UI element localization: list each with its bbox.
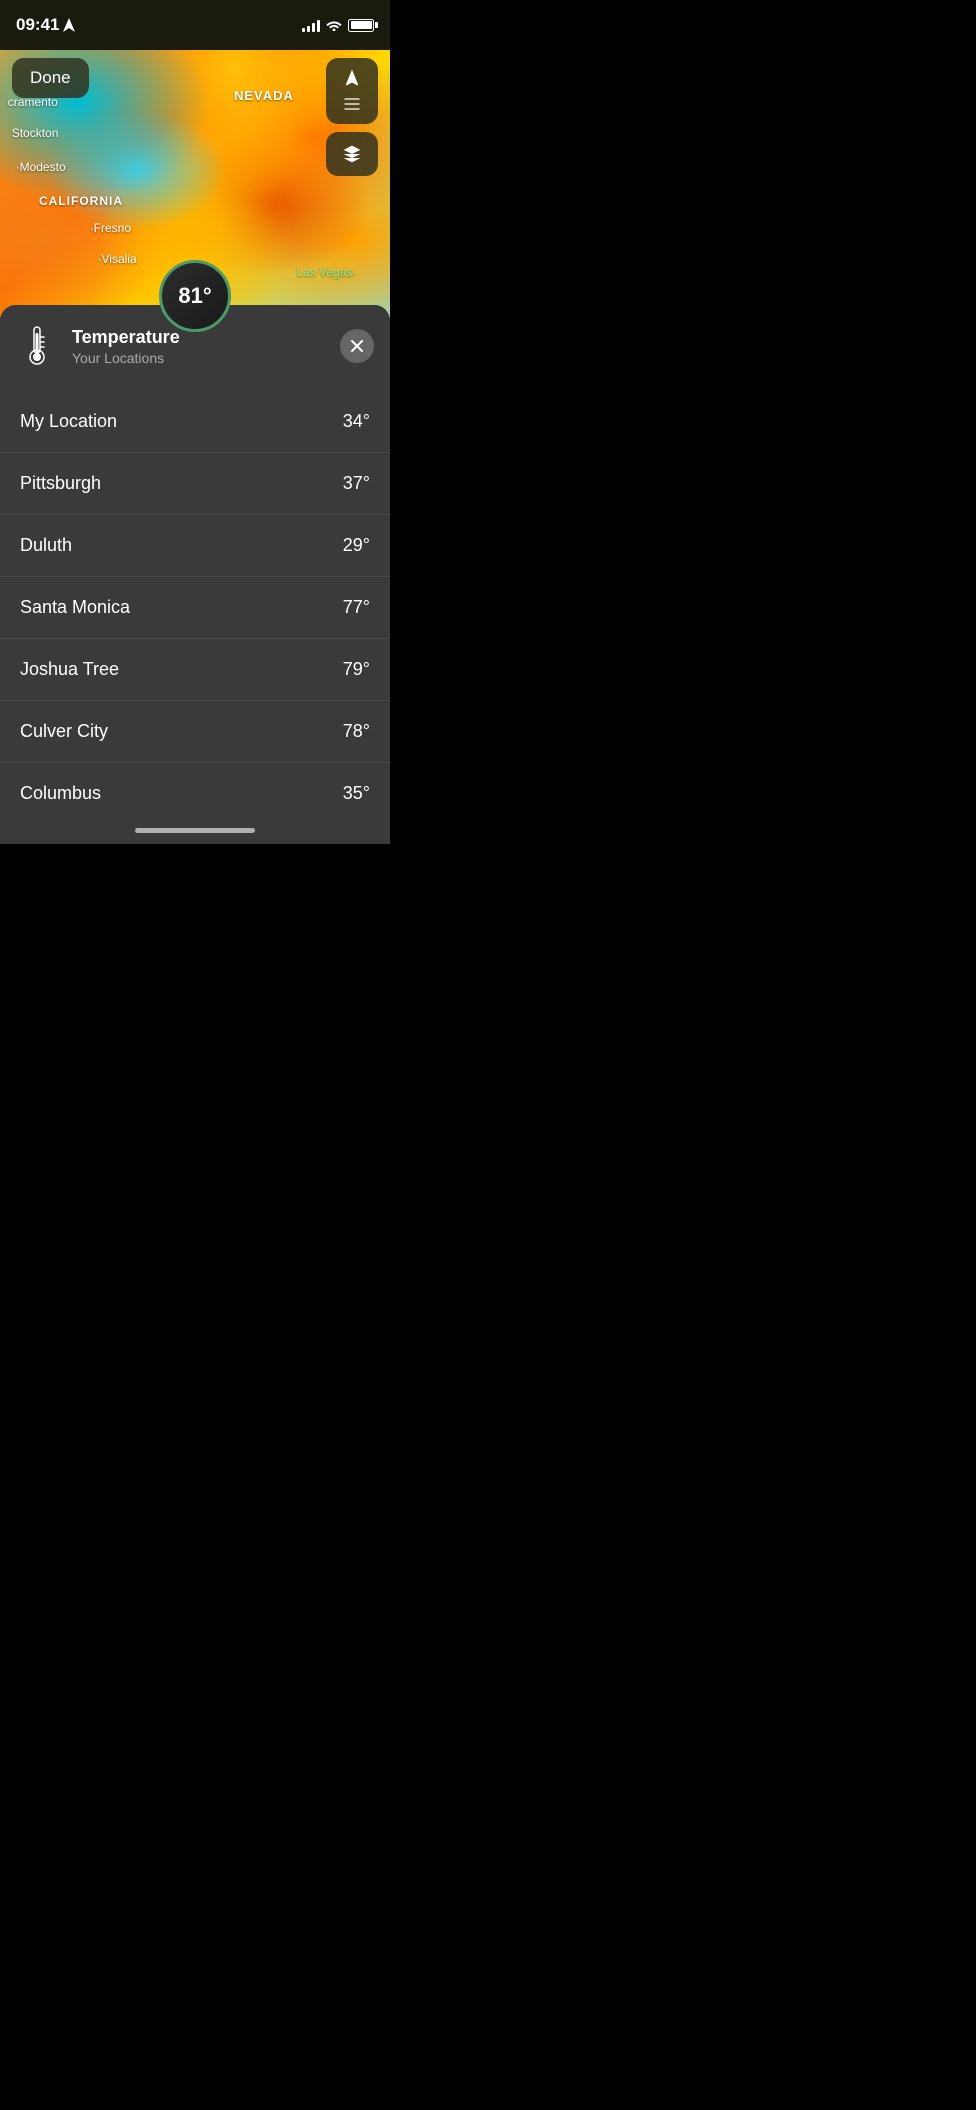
location-temp-columbus: 35° (343, 783, 370, 804)
location-item-santa-monica[interactable]: Santa Monica 77° (0, 577, 390, 639)
location-temp-pittsburgh: 37° (343, 473, 370, 494)
location-item-my-location[interactable]: My Location 34° (0, 391, 390, 453)
location-item-joshua-tree[interactable]: Joshua Tree 79° (0, 639, 390, 701)
signal-icon (302, 18, 320, 32)
map-controls (326, 58, 378, 176)
location-temp-culver-city: 78° (343, 721, 370, 742)
location-arrow-icon (63, 18, 75, 32)
location-temp-santa-monica: 77° (343, 597, 370, 618)
home-indicator-bar (135, 828, 255, 833)
bottom-sheet: Temperature Your Locations My Location 34… (0, 305, 390, 844)
time-display: 09:41 (16, 15, 59, 35)
status-bar: 09:41 (0, 0, 390, 50)
location-name-joshua-tree: Joshua Tree (20, 659, 119, 680)
location-button[interactable] (326, 58, 378, 124)
location-item-culver-city[interactable]: Culver City 78° (0, 701, 390, 763)
location-item-pittsburgh[interactable]: Pittsburgh 37° (0, 453, 390, 515)
location-temp-duluth: 29° (343, 535, 370, 556)
done-button[interactable]: Done (12, 58, 89, 98)
map-area[interactable]: cramento NEVADA Stockton ·Modesto CALIFO… (0, 0, 390, 340)
thermometer-icon (16, 325, 58, 367)
location-name-santa-monica: Santa Monica (20, 597, 130, 618)
status-time: 09:41 (16, 15, 75, 35)
temperature-bubble: 81° (159, 260, 231, 332)
list-icon (342, 94, 362, 114)
location-temp-my-location: 34° (343, 411, 370, 432)
layers-button[interactable] (326, 132, 378, 176)
home-indicator (0, 820, 390, 844)
navigation-icon (342, 68, 362, 88)
location-temp-joshua-tree: 79° (343, 659, 370, 680)
bubble-temperature: 81° (178, 283, 211, 309)
location-name-culver-city: Culver City (20, 721, 108, 742)
status-icons (302, 18, 374, 32)
location-item-duluth[interactable]: Duluth 29° (0, 515, 390, 577)
location-name-pittsburgh: Pittsburgh (20, 473, 101, 494)
location-name-columbus: Columbus (20, 783, 101, 804)
location-name-my-location: My Location (20, 411, 117, 432)
location-item-columbus[interactable]: Columbus 35° (0, 763, 390, 820)
battery-icon (348, 19, 374, 32)
location-list[interactable]: My Location 34° Pittsburgh 37° Duluth 29° Sant… (0, 383, 390, 820)
close-icon (351, 340, 363, 352)
location-name-duluth: Duluth (20, 535, 72, 556)
close-button[interactable] (340, 329, 374, 363)
sheet-subtitle: Your Locations (72, 350, 326, 366)
layers-icon (342, 144, 362, 164)
sheet-title-group: Temperature Your Locations (72, 327, 326, 366)
wifi-icon (326, 19, 342, 31)
